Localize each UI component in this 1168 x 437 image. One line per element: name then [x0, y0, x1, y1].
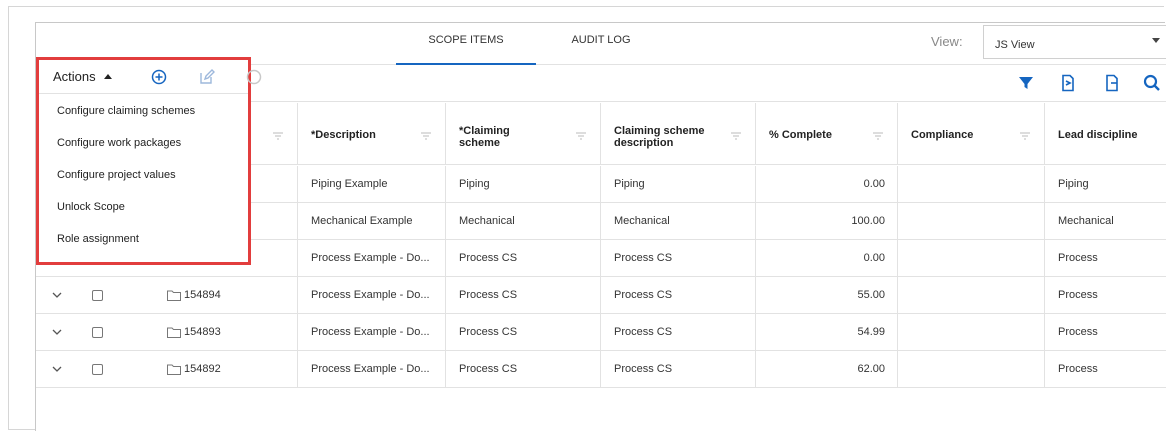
menu-item-role-assignment[interactable]: Role assignment — [57, 233, 139, 245]
table-row[interactable]: 154893 Process Example - Do... Process CS P… — [36, 314, 1166, 351]
cell-percent-complete: 0.00 — [755, 166, 897, 203]
header-label: Compliance — [911, 129, 974, 141]
cell-claiming-scheme-description: Process CS — [600, 240, 755, 277]
cell-percent-complete: 0.00 — [755, 240, 897, 277]
cell-claiming-scheme: Process CS — [445, 314, 600, 351]
column-filter-icon[interactable] — [1020, 132, 1030, 141]
table-row[interactable]: 154892 Process Example - Do... Process CS P… — [36, 351, 1166, 388]
cell-id: 154893 — [36, 314, 297, 351]
cell-claiming-scheme: Process CS — [445, 351, 600, 388]
cell-claiming-scheme: Piping — [445, 166, 600, 203]
column-filter-icon[interactable] — [273, 132, 283, 141]
column-filter-icon[interactable] — [421, 132, 431, 141]
header-label: Lead discipline — [1058, 129, 1138, 141]
cell-claiming-scheme: Process CS — [445, 240, 600, 277]
cell-description: Process Example - Do... — [297, 240, 445, 277]
cell-claiming-scheme-description: Mechanical — [600, 203, 755, 240]
column-filter-icon[interactable] — [873, 132, 883, 141]
menu-item-configure-claiming-schemes[interactable]: Configure claiming schemes — [57, 105, 195, 117]
plus-circle-icon[interactable] — [149, 67, 169, 87]
cell-percent-complete: 55.00 — [755, 277, 897, 314]
cell-lead-discipline: Process — [1044, 240, 1166, 277]
row-id-text: 154893 — [184, 326, 221, 338]
cell-description: Mechanical Example — [297, 203, 445, 240]
row-checkbox[interactable] — [92, 364, 103, 375]
cell-percent-complete: 62.00 — [755, 351, 897, 388]
cell-claiming-scheme: Process CS — [445, 277, 600, 314]
cell-claiming-scheme: Mechanical — [445, 203, 600, 240]
export-icon[interactable] — [1102, 73, 1122, 93]
cell-compliance — [897, 240, 1044, 277]
header-claiming-scheme-description[interactable]: Claiming scheme description — [600, 103, 755, 165]
folder-icon — [167, 364, 181, 375]
actions-button[interactable]: Actions — [46, 65, 136, 89]
header-compliance[interactable]: Compliance — [897, 103, 1044, 165]
view-select[interactable]: JS View — [983, 25, 1166, 59]
cell-lead-discipline: Process — [1044, 277, 1166, 314]
cell-lead-discipline: Mechanical — [1044, 203, 1166, 240]
filter-icon[interactable] — [1016, 73, 1036, 93]
edit-icon[interactable] — [197, 67, 217, 87]
row-id-text: 154892 — [184, 363, 221, 375]
header-label: Claiming scheme description — [614, 125, 705, 149]
view-select-value: JS View — [995, 39, 1035, 51]
cell-lead-discipline: Process — [1044, 314, 1166, 351]
header-label: *Description — [311, 129, 376, 141]
folder-icon — [167, 327, 181, 338]
cell-description: Process Example - Do... — [297, 351, 445, 388]
caret-up-icon — [103, 74, 112, 79]
cell-description: Process Example - Do... — [297, 277, 445, 314]
cell-lead-discipline: Process — [1044, 351, 1166, 388]
chevron-down-icon[interactable] — [52, 290, 62, 300]
folder-icon — [167, 290, 181, 301]
search-icon[interactable] — [1142, 73, 1162, 93]
chevron-down-icon[interactable] — [52, 364, 62, 374]
cell-percent-complete: 100.00 — [755, 203, 897, 240]
column-filter-icon[interactable] — [576, 132, 586, 141]
header-lead-discipline[interactable]: Lead discipline — [1044, 103, 1166, 165]
tab-scope-items[interactable]: SCOPE ITEMS — [396, 23, 536, 65]
cell-compliance — [897, 277, 1044, 314]
header-claiming-scheme[interactable]: *Claiming scheme — [445, 103, 600, 165]
cell-compliance — [897, 351, 1044, 388]
cell-id: 154894 — [36, 277, 297, 314]
caret-down-icon — [1152, 38, 1160, 43]
cell-claiming-scheme-description: Piping — [600, 166, 755, 203]
row-checkbox[interactable] — [92, 327, 103, 338]
table-row[interactable]: 154894 Process Example - Do... Process CS P… — [36, 277, 1166, 314]
cell-description: Piping Example — [297, 166, 445, 203]
header-percent-complete[interactable]: % Complete — [755, 103, 897, 165]
menu-item-configure-work-packages[interactable]: Configure work packages — [57, 137, 181, 149]
cancel-icon[interactable] — [244, 67, 264, 87]
cell-description: Process Example - Do... — [297, 314, 445, 351]
actions-toolbar: Actions — [39, 60, 262, 94]
cell-compliance — [897, 314, 1044, 351]
cell-claiming-scheme-description: Process CS — [600, 277, 755, 314]
actions-menu: Actions Configure claiming schemes Confi… — [36, 57, 262, 265]
import-icon[interactable] — [1058, 73, 1078, 93]
tab-audit-log[interactable]: AUDIT LOG — [546, 23, 656, 65]
cell-lead-discipline: Piping — [1044, 166, 1166, 203]
cell-percent-complete: 54.99 — [755, 314, 897, 351]
actions-label: Actions — [53, 69, 96, 84]
menu-item-configure-project-values[interactable]: Configure project values — [57, 169, 176, 181]
header-description[interactable]: *Description — [297, 103, 445, 165]
view-label: View: — [931, 34, 963, 49]
row-checkbox[interactable] — [92, 290, 103, 301]
cell-claiming-scheme-description: Process CS — [600, 314, 755, 351]
column-filter-icon[interactable] — [731, 132, 741, 141]
cell-claiming-scheme-description: Process CS — [600, 351, 755, 388]
menu-item-unlock-scope[interactable]: Unlock Scope — [57, 201, 125, 213]
header-label: *Claiming scheme — [459, 125, 510, 149]
header-label: % Complete — [769, 129, 832, 141]
row-id-text: 154894 — [184, 289, 221, 301]
chevron-down-icon[interactable] — [52, 327, 62, 337]
cell-compliance — [897, 166, 1044, 203]
cell-compliance — [897, 203, 1044, 240]
cell-id: 154892 — [36, 351, 297, 388]
